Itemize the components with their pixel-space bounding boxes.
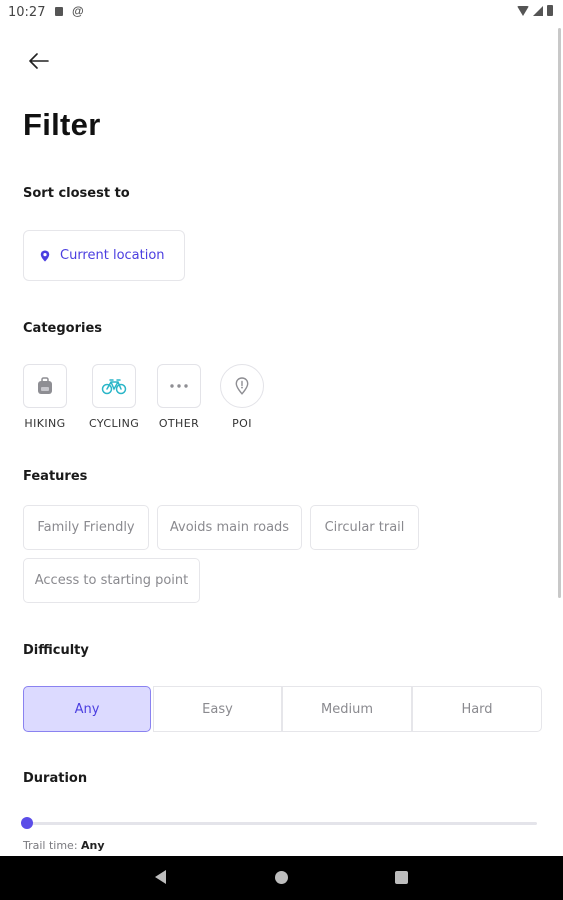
category-other[interactable]: OTHER xyxy=(157,364,201,430)
wifi-icon xyxy=(517,5,529,16)
category-cycling-box xyxy=(92,364,137,408)
category-poi-box xyxy=(220,364,264,408)
status-time: 10:27 xyxy=(8,5,46,20)
poi-pin-icon xyxy=(235,377,249,395)
scrollbar[interactable] xyxy=(558,28,561,598)
at-sign-icon: @ xyxy=(72,4,84,18)
status-bar: 10:27 @ xyxy=(0,0,563,24)
battery-icon xyxy=(547,5,553,16)
trail-time-value: Any xyxy=(81,839,105,852)
difficulty-option-any[interactable]: Any xyxy=(23,686,151,732)
difficulty-option-medium[interactable]: Medium xyxy=(282,686,412,732)
category-hiking-box xyxy=(23,364,67,408)
duration-slider-track[interactable] xyxy=(27,822,537,825)
duration-section-label: Duration xyxy=(23,771,88,786)
bicycle-icon xyxy=(101,379,127,395)
trail-time-readout: Trail time: Any xyxy=(23,839,105,852)
more-dots-icon xyxy=(170,384,188,388)
feature-chip-circular-trail[interactable]: Circular trail xyxy=(310,505,419,550)
notification-icon xyxy=(55,7,63,16)
nav-home-icon[interactable] xyxy=(275,871,288,884)
location-pin-icon xyxy=(40,250,50,261)
category-hiking[interactable]: HIKING xyxy=(23,364,67,430)
arrow-left-icon xyxy=(29,53,49,69)
difficulty-option-hard[interactable]: Hard xyxy=(412,686,542,732)
category-other-box xyxy=(157,364,201,408)
category-other-label: OTHER xyxy=(158,417,200,430)
feature-chip-access-starting-point[interactable]: Access to starting point xyxy=(23,558,200,603)
category-poi-label: POI xyxy=(232,417,252,430)
category-cycling[interactable]: CYCLING xyxy=(89,364,139,430)
current-location-button[interactable]: Current location xyxy=(23,230,185,281)
trail-time-label: Trail time: xyxy=(23,839,78,852)
backpack-icon xyxy=(38,377,52,394)
category-cycling-label: CYCLING xyxy=(89,417,140,430)
category-hiking-label: HIKING xyxy=(24,417,66,430)
difficulty-section-label: Difficulty xyxy=(23,643,89,658)
system-navigation-bar xyxy=(0,856,563,900)
signal-icon xyxy=(533,5,543,16)
page-title: Filter xyxy=(23,107,101,142)
difficulty-option-easy[interactable]: Easy xyxy=(153,686,282,732)
feature-chip-avoids-main-roads[interactable]: Avoids main roads xyxy=(157,505,302,550)
back-button[interactable] xyxy=(24,46,54,76)
nav-recents-icon[interactable] xyxy=(395,871,408,884)
duration-slider-thumb[interactable] xyxy=(21,817,33,829)
category-poi[interactable]: POI xyxy=(220,364,264,430)
features-section-label: Features xyxy=(23,469,88,484)
nav-back-icon[interactable] xyxy=(155,870,166,884)
status-indicators xyxy=(517,5,553,16)
categories-section-label: Categories xyxy=(23,321,103,336)
sort-section-label: Sort closest to xyxy=(23,186,130,201)
feature-chip-family-friendly[interactable]: Family Friendly xyxy=(23,505,149,550)
current-location-label: Current location xyxy=(60,248,165,263)
